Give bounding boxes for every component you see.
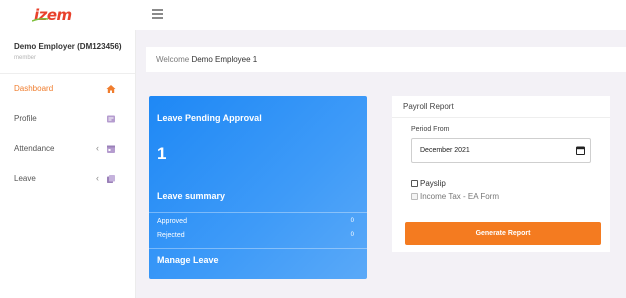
copy-icon	[107, 175, 115, 183]
welcome-bar: Welcome Demo Employee 1	[146, 47, 626, 72]
period-value: December 2021	[420, 147, 470, 154]
sidebar-item-attendance[interactable]: Attendance ‹	[0, 139, 135, 161]
calendar-icon	[107, 145, 115, 153]
payroll-report-card: Payroll Report Period From December 2021…	[392, 96, 610, 252]
sidebar-item-leave[interactable]: Leave ‹	[0, 169, 135, 191]
calendar-icon[interactable]	[576, 146, 585, 155]
row-label: Approved	[157, 218, 187, 225]
leave-summary-row: Approved 0	[157, 218, 354, 225]
leave-summary-title: Leave summary	[157, 191, 226, 201]
user-name: Demo Employer (DM123456)	[14, 42, 122, 51]
ea-form-checkbox[interactable]	[411, 193, 418, 200]
pending-count: 1	[157, 144, 167, 163]
main-content: Welcome Demo Employee 1 Leave Pending Ap…	[136, 30, 626, 298]
welcome-prefix: Welcome	[156, 55, 190, 64]
user-role: member	[14, 55, 37, 61]
welcome-text: Welcome Demo Employee 1	[156, 55, 257, 64]
row-value: 0	[350, 218, 354, 224]
brand-logo[interactable]: izem	[32, 6, 72, 24]
divider	[149, 212, 367, 213]
row-label: Rejected	[157, 232, 185, 239]
period-label: Period From	[411, 126, 450, 133]
sidebar-item-label: Attendance	[14, 144, 55, 153]
payslip-option[interactable]: Payslip	[411, 179, 446, 188]
chevron-left-icon: ‹	[96, 173, 99, 183]
logo-swoosh-icon	[32, 18, 48, 22]
row-value: 0	[350, 232, 354, 238]
home-icon	[106, 85, 116, 93]
profile-icon	[107, 115, 115, 123]
sidebar-item-dashboard[interactable]: Dashboard	[0, 79, 135, 101]
payslip-label: Payslip	[420, 179, 446, 188]
generate-report-button[interactable]: Generate Report	[405, 222, 601, 245]
app-window: izem Demo Employer (DM123456) member Das…	[0, 0, 626, 298]
chevron-left-icon: ‹	[96, 143, 99, 153]
user-block: Demo Employer (DM123456) member	[14, 42, 122, 61]
employee-name: Demo Employee 1	[191, 55, 258, 64]
manage-leave-link[interactable]: Manage Leave	[157, 255, 219, 265]
divider	[392, 117, 610, 118]
sidebar-item-label: Leave	[14, 174, 36, 183]
leave-card: Leave Pending Approval 1 Leave summary A…	[149, 96, 367, 279]
payroll-title: Payroll Report	[403, 102, 454, 111]
ea-form-label: Income Tax - EA Form	[420, 192, 499, 201]
divider	[149, 248, 367, 249]
hamburger-icon[interactable]	[152, 9, 163, 19]
sidebar: Demo Employer (DM123456) member Dashboar…	[0, 30, 136, 298]
period-month-input[interactable]: December 2021	[411, 138, 591, 163]
sidebar-item-label: Dashboard	[14, 84, 54, 93]
top-bar: izem	[0, 0, 626, 30]
leave-summary-row: Rejected 0	[157, 232, 354, 239]
leave-card-title: Leave Pending Approval	[157, 113, 262, 123]
payslip-checkbox[interactable]	[411, 180, 418, 187]
generate-report-label: Generate Report	[475, 230, 531, 237]
sidebar-item-label: Profile	[14, 114, 37, 123]
sidebar-item-profile[interactable]: Profile	[0, 109, 135, 131]
sidebar-divider	[0, 73, 135, 74]
ea-form-option[interactable]: Income Tax - EA Form	[411, 192, 499, 201]
